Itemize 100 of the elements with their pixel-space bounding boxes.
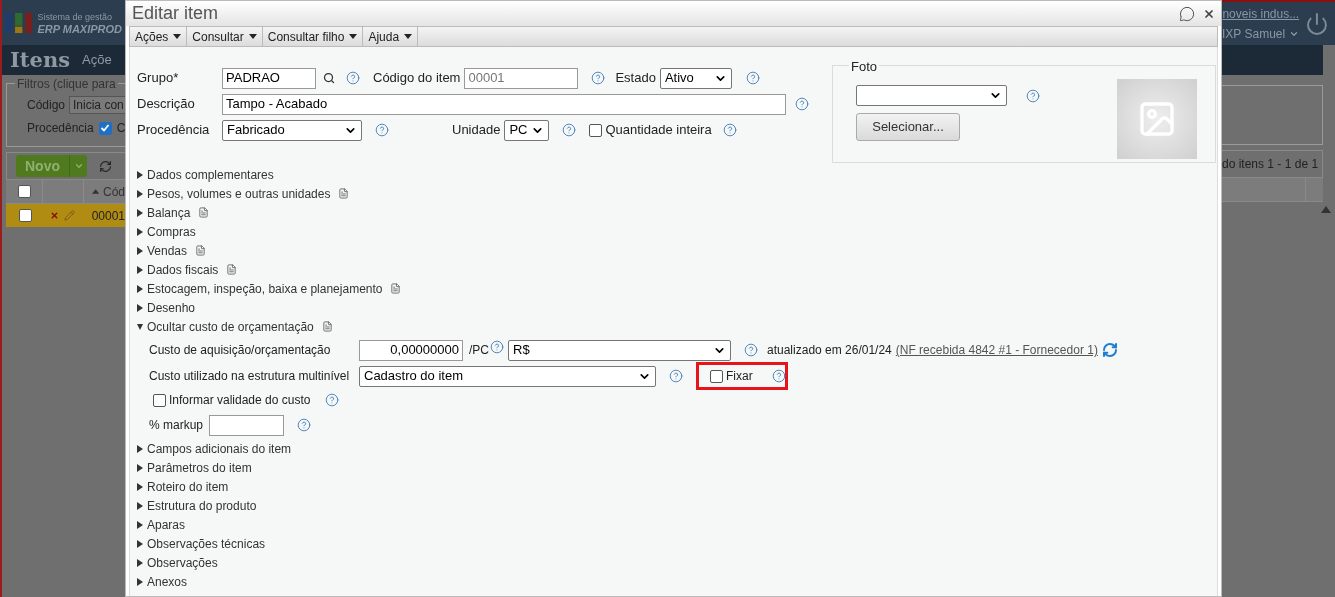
field-label: Unidade — [452, 121, 501, 140]
sort-arrow-icon[interactable] — [91, 189, 99, 194]
menu-button[interactable]: Ajuda — [363, 27, 419, 46]
help-icon[interactable] — [771, 369, 786, 383]
section-toggle[interactable]: Estrutura do produto — [147, 496, 257, 515]
field-label: Procedência — [137, 121, 211, 140]
section-toggle[interactable]: Aparas — [147, 515, 186, 534]
expand-arrow-icon[interactable] — [137, 170, 143, 179]
help-icon[interactable] — [744, 343, 758, 357]
close-icon[interactable] — [1203, 7, 1215, 20]
help-icon[interactable] — [669, 369, 683, 383]
checkbox[interactable] — [710, 369, 723, 383]
menu-button[interactable]: Consultar filho — [262, 27, 364, 46]
notes-icon[interactable] — [226, 264, 238, 275]
description-field[interactable]: Tampo - Acabado — [222, 93, 786, 115]
section-toggle[interactable]: Ocultar custo de orçamentação — [147, 317, 314, 336]
help-icon[interactable] — [745, 71, 760, 85]
user-menu[interactable]: IXP Samuel — [1222, 23, 1300, 44]
section-toggle[interactable]: Observações técnicas — [147, 534, 266, 553]
section-toggle[interactable]: Desenho — [147, 298, 196, 317]
expand-arrow-icon[interactable] — [137, 539, 143, 548]
expand-arrow-icon[interactable] — [137, 558, 143, 567]
expand-arrow-icon[interactable] — [137, 482, 143, 491]
notes-icon[interactable] — [390, 283, 402, 294]
table-row[interactable]: 00001 — [6, 204, 125, 227]
collapse-arrow-icon[interactable] — [137, 322, 143, 331]
photo-select[interactable] — [856, 85, 1007, 106]
notes-icon[interactable] — [321, 321, 333, 332]
help-icon[interactable] — [490, 340, 504, 354]
source-link[interactable]: (NF recebida 4842 #1 - Fornecedor 1) — [895, 341, 1098, 359]
search-icon[interactable] — [323, 72, 335, 84]
menu-button[interactable]: Ações — [130, 27, 188, 46]
section-toggle[interactable]: Estocagem, inspeção, baixa e planejamento — [147, 279, 383, 298]
section-toggle[interactable]: Pesos, volumes e outras unidades — [147, 184, 331, 203]
checkbox-label: Informar validade do custo — [169, 392, 311, 409]
help-icon[interactable] — [325, 393, 340, 407]
help-icon[interactable] — [722, 123, 737, 137]
select-photo-button[interactable]: Selecionar... — [856, 113, 960, 141]
refresh-icon[interactable] — [1101, 342, 1118, 358]
scroll-up-arrow-icon[interactable] — [1321, 206, 1331, 213]
caret-icon — [349, 34, 358, 39]
group-field[interactable]: PADRAO — [222, 67, 316, 89]
help-icon[interactable] — [346, 71, 360, 85]
table-cell-text: 00001 — [90, 207, 125, 225]
expand-arrow-icon[interactable] — [137, 520, 143, 529]
section-toggle[interactable]: Compras — [147, 222, 196, 241]
notes-icon[interactable] — [198, 207, 210, 218]
section-toggle[interactable]: Parâmetros do item — [147, 458, 252, 477]
help-icon[interactable] — [795, 97, 809, 111]
field-label: Estado — [615, 69, 656, 88]
help-icon[interactable] — [297, 418, 311, 432]
cost-field[interactable]: 0,00000000 — [359, 339, 463, 361]
brand-subtitle: Sistema de gestão — [37, 10, 113, 23]
refresh-icon[interactable] — [99, 159, 112, 173]
delete-icon[interactable] — [49, 211, 59, 220]
expand-arrow-icon[interactable] — [137, 577, 143, 586]
notes-icon[interactable] — [195, 245, 207, 256]
expand-arrow-icon[interactable] — [137, 463, 143, 472]
help-icon[interactable] — [1026, 88, 1040, 103]
markup-field[interactable] — [209, 414, 284, 436]
section-toggle[interactable]: Dados fiscais — [147, 260, 219, 279]
expand-arrow-icon[interactable] — [137, 227, 143, 236]
checkbox[interactable] — [153, 393, 166, 407]
expand-arrow-icon[interactable] — [137, 303, 143, 312]
section-toggle[interactable]: Dados complementares — [147, 165, 274, 184]
power-icon[interactable] — [1305, 11, 1329, 36]
section-toggle[interactable]: Roteiro do item — [147, 477, 229, 496]
field-label: Grupo* — [137, 69, 180, 88]
expand-arrow-icon[interactable] — [137, 284, 143, 293]
help-icon[interactable] — [375, 123, 389, 137]
expand-arrow-icon[interactable] — [137, 246, 143, 255]
checkbox-label: Quantidade inteira — [605, 121, 712, 140]
notes-icon[interactable] — [338, 188, 350, 199]
section-toggle[interactable]: Observações — [147, 553, 218, 572]
company-link[interactable]: noveis indus... — [1222, 3, 1300, 24]
section-toggle[interactable]: Balança — [147, 203, 191, 222]
filter-field[interactable]: Inicia con — [69, 96, 125, 114]
unit-select[interactable]: PC — [504, 119, 550, 141]
expand-arrow-icon[interactable] — [137, 208, 143, 217]
section-toggle[interactable]: Anexos — [147, 572, 188, 591]
section-toggle[interactable]: Vendas — [147, 241, 188, 260]
section-toggle[interactable]: Campos adicionais do item — [147, 439, 292, 458]
status-select[interactable]: Ativo — [659, 67, 732, 89]
expand-arrow-icon[interactable] — [137, 189, 143, 198]
actions-menu[interactable]: Açõe — [82, 50, 112, 70]
cost-source-select[interactable]: Cadastro do item — [359, 365, 656, 387]
expand-arrow-icon[interactable] — [137, 265, 143, 274]
checkbox[interactable] — [589, 123, 603, 137]
help-icon[interactable] — [591, 71, 606, 85]
expand-arrow-icon[interactable] — [137, 444, 143, 453]
row-checkbox[interactable] — [18, 209, 32, 222]
help-icon[interactable] — [562, 123, 577, 137]
caret-icon — [404, 34, 413, 39]
select-all-checkbox[interactable] — [17, 185, 31, 198]
chat-icon[interactable] — [1179, 5, 1195, 22]
expand-arrow-icon[interactable] — [137, 501, 143, 510]
currency-select[interactable]: R$ — [508, 339, 731, 361]
checkbox[interactable] — [98, 121, 112, 135]
origin-select[interactable]: Fabricado — [222, 119, 362, 141]
menu-button[interactable]: Consultar — [187, 27, 263, 46]
